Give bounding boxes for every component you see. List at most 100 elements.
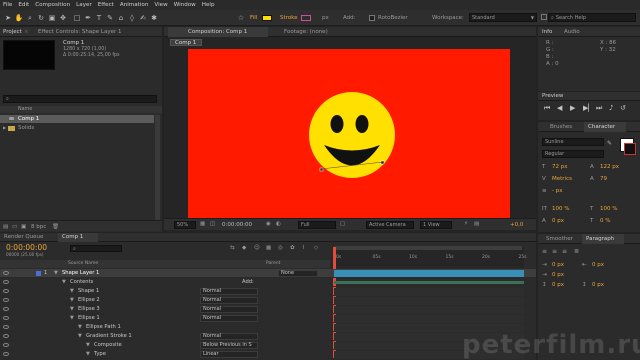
layer-track-bar[interactable] (334, 281, 524, 284)
time-ruler[interactable]: 0s 05s 10s 15s 20s 25s (332, 246, 527, 268)
show-channel-icon[interactable]: ◐ (276, 221, 281, 227)
graph-editor-icon[interactable]: ⌇ (302, 245, 305, 251)
column-parent[interactable]: Parent (266, 261, 280, 266)
layer-name[interactable]: Ellipse 1 (78, 315, 100, 321)
auto-keyframe-icon[interactable]: ◇ (314, 245, 318, 251)
chevron-right-icon[interactable]: ▶ (3, 125, 6, 130)
indent-left-value[interactable]: 0 px (552, 262, 564, 268)
timeline-row[interactable]: ▼ Ellipse 2 Normal (0, 296, 536, 305)
draft-3d-icon[interactable]: ◆ (242, 245, 246, 251)
horizontal-scale-value[interactable]: 100 % (600, 206, 617, 212)
parent-select[interactable]: None (278, 269, 318, 277)
grid-icon[interactable]: ▦ (200, 221, 205, 227)
workspace-select[interactable]: Standard ▼ (469, 13, 537, 22)
left-eye[interactable] (330, 115, 344, 133)
stroke-swatch[interactable] (301, 15, 311, 21)
exposure-value[interactable]: +0,0 (510, 222, 523, 228)
layer-track-bar[interactable] (334, 306, 524, 314)
tab-footage[interactable]: Footage: (none) (284, 29, 328, 35)
align-center-icon[interactable]: ≡ (552, 248, 557, 255)
timeline-row[interactable]: ▼ Ellipse Path 1 (0, 323, 536, 332)
timeline-row[interactable]: ▼ Ellipse 3 Normal (0, 305, 536, 314)
blend-mode-select[interactable]: Normal (200, 296, 258, 304)
composition-viewer[interactable] (188, 49, 510, 229)
visibility-eye-icon[interactable] (3, 343, 9, 347)
pen-tool-icon[interactable]: ✒ (83, 13, 93, 23)
visibility-eye-icon[interactable] (3, 352, 9, 356)
blend-mode-select[interactable]: Linear (200, 350, 258, 358)
menu-item[interactable]: Edit (15, 2, 32, 8)
hand-tool-icon[interactable]: ✋ (14, 13, 24, 23)
path-handle[interactable] (380, 160, 385, 165)
tab-brushes[interactable]: Brushes (550, 124, 572, 130)
expand-toggle-icon[interactable]: ▼ (86, 342, 90, 348)
visibility-eye-icon[interactable] (3, 298, 9, 302)
search-help-input[interactable]: ⌕ Search Help (548, 13, 636, 22)
project-item-folder[interactable]: ▶ Solids (0, 124, 154, 132)
add-label[interactable]: Add: (343, 15, 356, 21)
expand-toggle-icon[interactable]: ▼ (70, 288, 74, 294)
bpc-label[interactable]: 8 bpc (31, 224, 46, 230)
last-frame-icon[interactable]: ⏭ (596, 104, 602, 113)
visibility-eye-icon[interactable] (3, 271, 9, 275)
visibility-eye-icon[interactable] (3, 316, 9, 320)
tab-composition[interactable]: Composition: Comp 1 (168, 27, 268, 37)
visibility-eye-icon[interactable] (3, 289, 9, 293)
layer-name[interactable]: Composite (94, 342, 122, 348)
new-folder-icon[interactable]: ▭ (12, 224, 17, 230)
project-scrollbar[interactable] (155, 115, 160, 220)
layer-name[interactable]: Ellipse 2 (78, 297, 100, 303)
rotobezier-checkbox[interactable] (369, 15, 375, 21)
previous-frame-icon[interactable]: ◀ (557, 104, 562, 112)
fill-label[interactable]: Fill (250, 15, 257, 21)
play-icon[interactable]: ▶ (570, 104, 575, 112)
expand-toggle-icon[interactable]: ▼ (70, 297, 74, 303)
timeline-timecode[interactable]: 0:00:00:00 (6, 243, 47, 252)
timeline-search-input[interactable]: ⌕ (70, 245, 122, 252)
layer-track-bar[interactable] (334, 315, 524, 323)
next-frame-icon[interactable]: ▶▏ (583, 104, 594, 112)
zoom-select[interactable]: 50% (174, 221, 196, 229)
expand-toggle-icon[interactable]: ▼ (78, 333, 82, 339)
column-source-name[interactable]: Source Name (68, 261, 98, 266)
tracking-value[interactable]: 79 (600, 176, 607, 182)
expand-toggle-icon[interactable]: ▼ (70, 306, 74, 312)
frame-blending-icon[interactable]: ▦ (266, 245, 271, 251)
work-area-bar[interactable] (334, 246, 522, 250)
layer-track-bar[interactable] (334, 288, 524, 296)
timeline-row[interactable]: ▼ Gradient Stroke 1 Normal (0, 332, 536, 341)
menu-item[interactable]: Layer (73, 2, 95, 8)
add-property-button[interactable]: Add: (242, 279, 254, 285)
timeline-row[interactable]: 1 ▼ Shape Layer 1 None (0, 269, 536, 278)
tab-info[interactable]: Info (542, 29, 552, 35)
menu-item[interactable]: View (151, 2, 170, 8)
visibility-eye-icon[interactable] (3, 334, 9, 338)
tab-render-queue[interactable]: Render Queue (4, 234, 43, 240)
tab-audio[interactable]: Audio (564, 29, 580, 35)
right-eye[interactable] (355, 115, 369, 133)
menu-item[interactable]: Effect (95, 2, 117, 8)
layer-track-bar[interactable] (334, 270, 524, 277)
layer-name[interactable]: Gradient Stroke 1 (86, 333, 132, 339)
blend-mode-select[interactable]: Normal (200, 305, 258, 313)
puppet-tool-icon[interactable]: ✱ (149, 13, 159, 23)
tab-timeline-comp[interactable]: Comp 1 (58, 233, 98, 242)
timeline-row[interactable]: ▼ Shape 1 Normal (0, 287, 536, 296)
resolution-select[interactable]: Full (298, 221, 336, 229)
expand-toggle-icon[interactable]: ▼ (62, 279, 66, 285)
selection-tool-icon[interactable]: ➤ (3, 13, 13, 23)
camera-tool-icon[interactable]: ▣ (47, 13, 57, 23)
first-frame-icon[interactable]: ⏮ (544, 104, 550, 113)
justify-icon[interactable]: ≣ (574, 248, 579, 255)
close-icon[interactable]: × (24, 29, 29, 35)
audio-icon[interactable]: ♪ (609, 104, 613, 112)
mask-icon[interactable]: ◫ (210, 221, 215, 227)
comp-breadcrumb-button[interactable]: Comp 1 (170, 39, 202, 46)
new-comp-icon[interactable]: ▣ (21, 224, 26, 230)
stroke-label[interactable]: Stroke (280, 15, 298, 21)
layer-name[interactable]: Contents (70, 279, 93, 285)
brush-tool-icon[interactable]: ✎ (105, 13, 115, 23)
project-item-comp[interactable]: Comp 1 (0, 115, 154, 123)
project-search-input[interactable]: ⌕ (3, 95, 157, 103)
interpret-footage-icon[interactable]: ▤ (3, 224, 8, 230)
